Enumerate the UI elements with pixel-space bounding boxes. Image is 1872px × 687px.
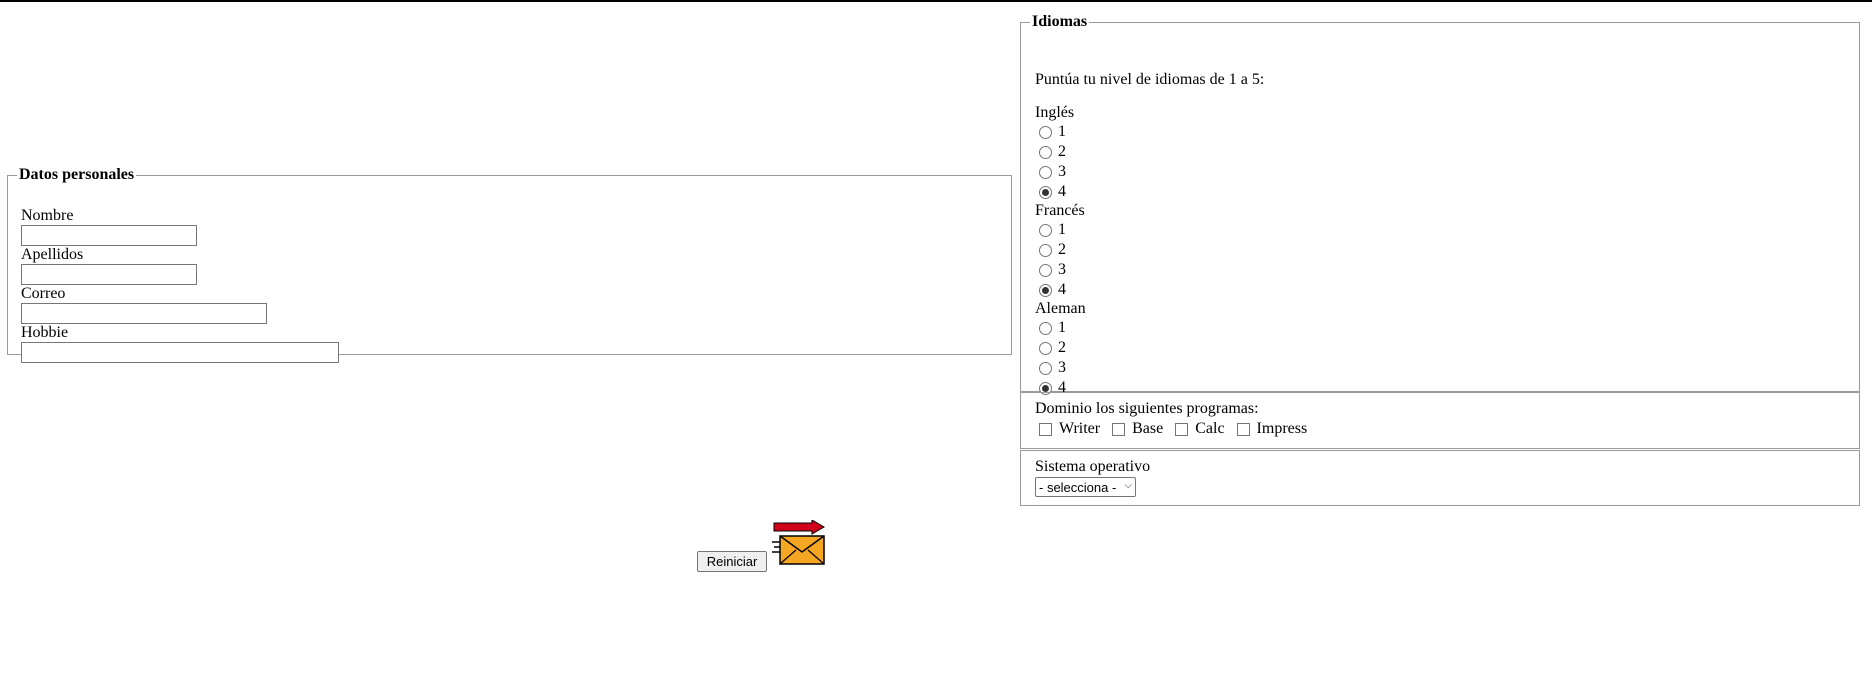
radio-ingles-1[interactable]: 1 — [1039, 122, 1074, 142]
radio-button[interactable] — [1039, 263, 1052, 277]
checkbox-label-impress: Impress — [1256, 420, 1308, 437]
language-name: Aleman — [1035, 300, 1086, 317]
checkbox-base[interactable] — [1112, 422, 1126, 436]
checkbox-writer[interactable] — [1039, 422, 1052, 436]
radio-button[interactable] — [1039, 321, 1052, 335]
nombre-group: Nombre — [21, 206, 197, 246]
idiomas-fieldset: Idiomas Puntúa tu nivel de idiomas de 1 … — [1020, 13, 1860, 396]
radio-label: 3 — [1058, 163, 1066, 180]
radio-ingles-4[interactable]: 4 — [1039, 182, 1074, 202]
radio-label: 1 — [1058, 221, 1066, 238]
idiomas-legend: Idiomas — [1032, 13, 1088, 30]
radio-label: 4 — [1058, 281, 1066, 298]
sistema-operativo-select[interactable]: - selecciona - ⌵ — [1035, 477, 1136, 497]
radio-ingles-3[interactable]: 3 — [1039, 162, 1074, 182]
language-ingles: Inglés 1 2 3 4 — [1035, 103, 1074, 202]
radio-label: 2 — [1058, 143, 1066, 160]
radio-label: 2 — [1058, 241, 1066, 258]
radio-frances-3[interactable]: 3 — [1039, 260, 1085, 280]
send-mail-icon[interactable] — [772, 520, 826, 566]
radio-button-checked[interactable] — [1039, 283, 1052, 297]
language-name: Inglés — [1035, 104, 1075, 121]
radio-button[interactable] — [1039, 361, 1052, 375]
correo-label: Correo — [21, 285, 66, 302]
reset-button[interactable]: Reiniciar — [697, 551, 767, 572]
checkbox-calc[interactable] — [1175, 422, 1189, 436]
sistema-operativo-label: Sistema operativo — [1035, 458, 1151, 475]
hobbie-input[interactable] — [21, 342, 339, 363]
correo-group: Correo — [21, 284, 267, 324]
checkbox-label-base: Base — [1132, 420, 1164, 437]
sistema-operativo-fieldset: Sistema operativo - selecciona - ⌵ — [1020, 450, 1860, 506]
select-value: - selecciona - — [1039, 479, 1117, 495]
radio-frances-4[interactable]: 4 — [1039, 280, 1085, 300]
idiomas-intro: Puntúa tu nivel de idiomas de 1 a 5: — [1035, 71, 1265, 88]
language-name: Francés — [1035, 202, 1085, 219]
checkbox-label-writer: Writer — [1059, 420, 1101, 437]
nombre-label: Nombre — [21, 207, 74, 224]
radio-ingles-2[interactable]: 2 — [1039, 142, 1074, 162]
radio-frances-1[interactable]: 1 — [1039, 220, 1085, 240]
radio-button[interactable] — [1039, 341, 1052, 355]
radio-button[interactable] — [1039, 223, 1052, 237]
radio-label: 3 — [1058, 359, 1066, 376]
programas-checkbox-row: Writer Base Calc Impress — [1039, 420, 1319, 438]
language-aleman: Aleman 1 2 3 4 — [1035, 299, 1086, 398]
programas-question: Dominio los siguientes programas: — [1035, 400, 1259, 417]
radio-button[interactable] — [1039, 243, 1052, 257]
radio-aleman-1[interactable]: 1 — [1039, 318, 1086, 338]
radio-label: 4 — [1058, 183, 1066, 200]
programas-fieldset: Dominio los siguientes programas: Writer… — [1020, 392, 1860, 449]
datos-personales-fieldset: Datos personales Nombre Apellidos Correo… — [7, 166, 1012, 363]
checkbox-impress[interactable] — [1236, 422, 1250, 436]
apellidos-group: Apellidos — [21, 245, 197, 285]
radio-label: 1 — [1058, 319, 1066, 336]
radio-button[interactable] — [1039, 165, 1052, 179]
radio-label: 3 — [1058, 261, 1066, 278]
nombre-input[interactable] — [21, 225, 197, 246]
radio-button[interactable] — [1039, 125, 1052, 139]
radio-button[interactable] — [1039, 145, 1052, 159]
apellidos-label: Apellidos — [21, 246, 84, 263]
radio-frances-2[interactable]: 2 — [1039, 240, 1085, 260]
checkbox-label-calc: Calc — [1195, 420, 1225, 437]
datos-personales-legend: Datos personales — [19, 166, 135, 183]
radio-label: 1 — [1058, 123, 1066, 140]
hobbie-label: Hobbie — [21, 324, 69, 341]
radio-aleman-2[interactable]: 2 — [1039, 338, 1086, 358]
radio-label: 2 — [1058, 339, 1066, 356]
top-border — [0, 0, 1872, 2]
hobbie-group: Hobbie — [21, 323, 339, 363]
radio-aleman-3[interactable]: 3 — [1039, 358, 1086, 378]
correo-input[interactable] — [21, 303, 267, 324]
chevron-down-icon: ⌵ — [1124, 480, 1132, 491]
apellidos-input[interactable] — [21, 264, 197, 285]
radio-button-checked[interactable] — [1039, 185, 1052, 199]
language-frances: Francés 1 2 3 4 — [1035, 201, 1085, 300]
